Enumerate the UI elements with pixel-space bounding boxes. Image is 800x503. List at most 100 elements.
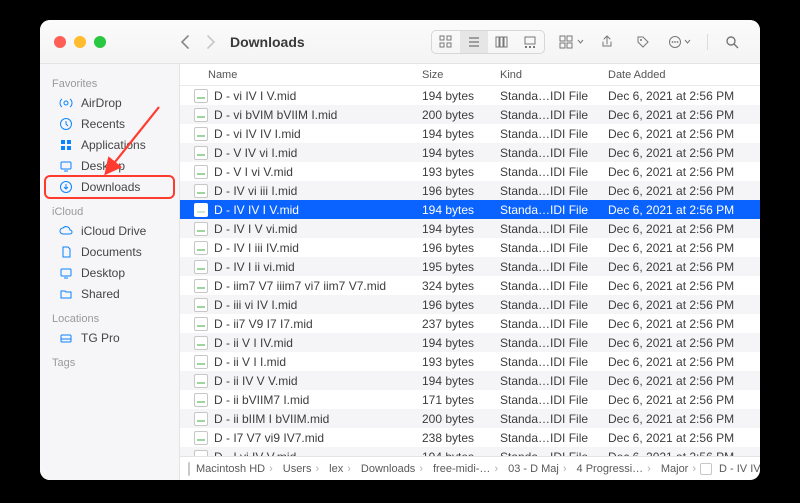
minimize-window-button[interactable] [74,36,86,48]
file-name: D - IV I V vi.mid [214,222,422,236]
chevron-right-icon: › [347,463,351,475]
file-icon [194,165,208,179]
file-name: D - ii IV V V.mid [214,374,422,388]
sidebar-item-desktop[interactable]: Desktop [46,263,173,283]
file-kind: Standa…IDI File [500,355,608,369]
gallery-view-button[interactable] [516,31,544,53]
file-size: 200 bytes [422,108,500,122]
file-icon [194,317,208,331]
sidebar-item-desktop[interactable]: Desktop [46,156,173,176]
airdrop-icon [58,96,74,110]
file-kind: Standa…IDI File [500,374,608,388]
file-name: D - IV IV I V.mid [214,203,422,217]
traffic-lights [40,36,180,48]
table-row[interactable]: D - IV vi iii I.mid196 bytesStanda…IDI F… [180,181,760,200]
path-bar[interactable]: Macintosh HD›Users›lex›Downloads›free-mi… [180,456,760,480]
file-kind: Standa…IDI File [500,222,608,236]
table-row[interactable]: D - IV I ii vi.mid195 bytesStanda…IDI Fi… [180,257,760,276]
table-row[interactable]: D - iii vi IV I.mid196 bytesStanda…IDI F… [180,295,760,314]
chevron-right-icon: › [647,463,651,475]
table-row[interactable]: D - V I vi V.mid193 bytesStanda…IDI File… [180,162,760,181]
sidebar-item-shared[interactable]: Shared [46,284,173,304]
sidebar-item-icloud-drive[interactable]: iCloud Drive [46,221,173,241]
file-kind: Standa…IDI File [500,108,608,122]
back-button[interactable] [180,35,190,49]
close-window-button[interactable] [54,36,66,48]
path-segment[interactable]: D - IV IV I V.mid [719,463,760,475]
sidebar-header: Favorites [40,70,179,92]
table-row[interactable]: D - IV IV I V.mid194 bytesStanda…IDI Fil… [180,200,760,219]
table-row[interactable]: D - iim7 V7 iiim7 vi7 iim7 V7.mid324 byt… [180,276,760,295]
group-by-button[interactable] [557,31,585,53]
file-kind: Standa…IDI File [500,203,608,217]
file-icon [194,108,208,122]
zoom-window-button[interactable] [94,36,106,48]
table-row[interactable]: D - vi bVIM bVIIM I.mid200 bytesStanda…I… [180,105,760,124]
table-row[interactable]: D - V IV vi I.mid194 bytesStanda…IDI Fil… [180,143,760,162]
file-name: D - V IV vi I.mid [214,146,422,160]
file-size: 194 bytes [422,146,500,160]
file-size: 194 bytes [422,89,500,103]
path-segment[interactable]: Macintosh HD [196,463,265,475]
col-date[interactable]: Date Added [608,69,760,81]
table-row[interactable]: D - vi IV I V.mid194 bytesStanda…IDI Fil… [180,86,760,105]
forward-button[interactable] [206,35,216,49]
table-row[interactable]: D - I7 V7 vi9 IV7.mid238 bytesStanda…IDI… [180,428,760,447]
main-area: Name Size Kind Date Added D - vi IV I V.… [180,64,760,480]
file-name: D - I7 V7 vi9 IV7.mid [214,431,422,445]
path-segment[interactable]: 03 - D Maj [508,463,559,475]
action-button[interactable] [665,31,693,53]
path-segment[interactable]: Major [661,463,689,475]
icon-view-button[interactable] [432,31,460,53]
sidebar-header: Locations [40,305,179,327]
share-button[interactable] [593,31,621,53]
table-row[interactable]: D - IV I V vi.mid194 bytesStanda…IDI Fil… [180,219,760,238]
sidebar-item-documents[interactable]: Documents [46,242,173,262]
file-list[interactable]: D - vi IV I V.mid194 bytesStanda…IDI Fil… [180,86,760,456]
tags-button[interactable] [629,31,657,53]
table-row[interactable]: D - ii V I I.mid193 bytesStanda…IDI File… [180,352,760,371]
file-icon [194,279,208,293]
path-segment[interactable]: 4 Progressi… [577,463,644,475]
sidebar-item-label: iCloud Drive [81,224,146,238]
file-date: Dec 6, 2021 at 2:56 PM [608,146,760,160]
sidebar-item-label: Applications [81,138,146,152]
file-size: 193 bytes [422,165,500,179]
toolbar [431,30,760,54]
sidebar-item-airdrop[interactable]: AirDrop [46,93,173,113]
list-view-button[interactable] [460,31,488,53]
table-row[interactable]: D - ii V I IV.mid194 bytesStanda…IDI Fil… [180,333,760,352]
col-name[interactable]: Name [208,69,422,81]
col-kind[interactable]: Kind [500,69,608,81]
file-icon [194,184,208,198]
file-date: Dec 6, 2021 at 2:56 PM [608,317,760,331]
path-segment[interactable]: Users [283,463,312,475]
search-button[interactable] [718,31,746,53]
file-date: Dec 6, 2021 at 2:56 PM [608,165,760,179]
chevron-right-icon: › [419,463,423,475]
col-size[interactable]: Size [422,69,500,81]
column-headers[interactable]: Name Size Kind Date Added [180,64,760,86]
table-row[interactable]: D - ii7 V9 I7 I7.mid237 bytesStanda…IDI … [180,314,760,333]
table-row[interactable]: D - ii bIIM I bVIIM.mid200 bytesStanda…I… [180,409,760,428]
path-segment[interactable]: lex [329,463,343,475]
file-name: D - ii V I I.mid [214,355,422,369]
file-kind: Standa…IDI File [500,241,608,255]
path-segment[interactable]: free-midi-… [433,463,490,475]
sidebar-item-tg-pro[interactable]: TG Pro [46,328,173,348]
table-row[interactable]: D - ii bVIIM7 I.mid171 bytesStanda…IDI F… [180,390,760,409]
table-row[interactable]: D - vi IV IV I.mid194 bytesStanda…IDI Fi… [180,124,760,143]
column-view-button[interactable] [488,31,516,53]
sidebar-item-recents[interactable]: Recents [46,114,173,134]
file-kind: Standa…IDI File [500,165,608,179]
file-name: D - ii bIIM I bVIIM.mid [214,412,422,426]
table-row[interactable]: D - I vi IV V.mid194 bytesStanda…IDI Fil… [180,447,760,456]
table-row[interactable]: D - ii IV V V.mid194 bytesStanda…IDI Fil… [180,371,760,390]
file-date: Dec 6, 2021 at 2:56 PM [608,336,760,350]
sidebar-item-applications[interactable]: Applications [46,135,173,155]
path-segment[interactable]: Downloads [361,463,415,475]
table-row[interactable]: D - IV I iii IV.mid196 bytesStanda…IDI F… [180,238,760,257]
sidebar-item-label: Shared [81,287,120,301]
file-size: 196 bytes [422,184,500,198]
sidebar-item-downloads[interactable]: Downloads [46,177,173,197]
